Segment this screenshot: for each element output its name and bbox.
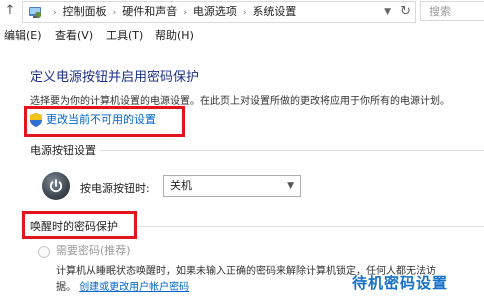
breadcrumb-item[interactable]: 控制面板 (63, 5, 107, 18)
breadcrumb-item[interactable]: 系统设置 (252, 5, 296, 18)
page-description: 选择要为你的计算机设置的电源设置。在此页上对设置所做的更改将应用于你所有的电源计… (30, 96, 450, 107)
require-password-label: 需要密码(推荐) (56, 244, 131, 257)
breadcrumb-item[interactable]: 硬件和声音 (122, 5, 177, 18)
change-account-password-link[interactable]: 创建或更改用户帐户密码 (79, 282, 189, 293)
power-icon (42, 172, 70, 200)
search-input[interactable]: 搜索 (420, 1, 484, 21)
menu-tools[interactable]: 工具(T) (106, 24, 143, 48)
up-arrow-icon[interactable]: ↑ (2, 2, 18, 20)
select-value: 关机 (170, 179, 192, 192)
breadcrumb-separator-icon: › (53, 8, 57, 18)
highlight-box-wakeup-heading (22, 211, 137, 239)
wakeup-description-prefix: 据。 (56, 282, 76, 293)
power-button-action-select[interactable]: 关机 ▼ (163, 175, 301, 197)
control-panel-icon (29, 7, 42, 19)
address-bar: ↑ › 控制面板 › 硬件和声音 › 电源选项 › 系统设置 ▼ ↻ 搜索 (0, 0, 484, 25)
caption-watermark: 待机密码设置 (352, 274, 449, 292)
menu-edit[interactable]: 编辑(E) (4, 24, 42, 48)
breadcrumb-separator-icon: › (112, 8, 117, 18)
breadcrumb-separator-icon: › (183, 8, 187, 18)
highlight-box-change-link (24, 106, 185, 137)
chevron-down-icon[interactable]: ▼ (384, 2, 391, 22)
require-password-radio[interactable] (38, 246, 50, 258)
wakeup-description-line2: 据。 创建或更改用户帐户密码 (56, 278, 189, 293)
chevron-down-icon: ▼ (287, 181, 294, 191)
section-divider (100, 150, 484, 151)
page-title: 定义电源按钮并启用密码保护 (30, 70, 200, 85)
power-button-action-label: 按电源按钮时: (80, 182, 150, 195)
address-field[interactable]: › 控制面板 › 硬件和声音 › 电源选项 › 系统设置 ▼ ↻ (22, 1, 416, 23)
power-button-section-heading: 电源按钮设置 (30, 144, 96, 157)
breadcrumb-item[interactable]: 电源选项 (193, 5, 237, 18)
section-divider (134, 226, 484, 227)
menu-bar: 编辑(E) 查看(V) 工具(T) 帮助(H) (0, 24, 484, 48)
refresh-icon[interactable]: ↻ (400, 2, 411, 22)
breadcrumb-separator-icon: › (242, 8, 247, 18)
breadcrumb: › 控制面板 › 硬件和声音 › 电源选项 › 系统设置 (47, 2, 296, 22)
menu-view[interactable]: 查看(V) (55, 24, 93, 48)
menu-help[interactable]: 帮助(H) (155, 24, 194, 48)
